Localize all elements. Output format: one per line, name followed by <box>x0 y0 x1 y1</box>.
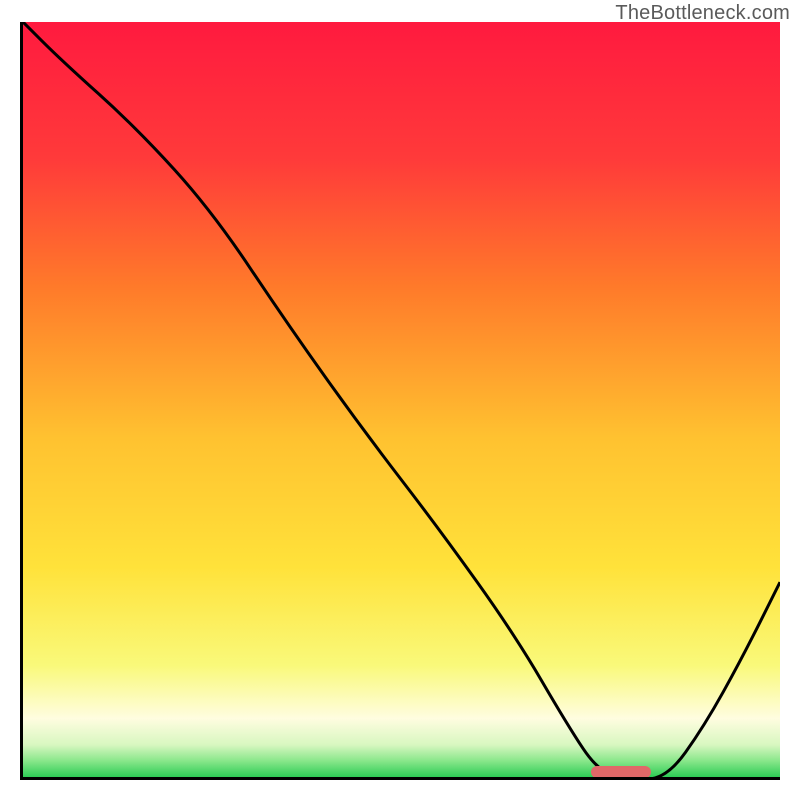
chart-container: TheBottleneck.com <box>0 0 800 800</box>
bottleneck-curve <box>23 22 780 779</box>
optimum-range-marker <box>591 766 652 778</box>
watermark-text: TheBottleneck.com <box>615 2 790 25</box>
plot-area <box>20 22 780 780</box>
